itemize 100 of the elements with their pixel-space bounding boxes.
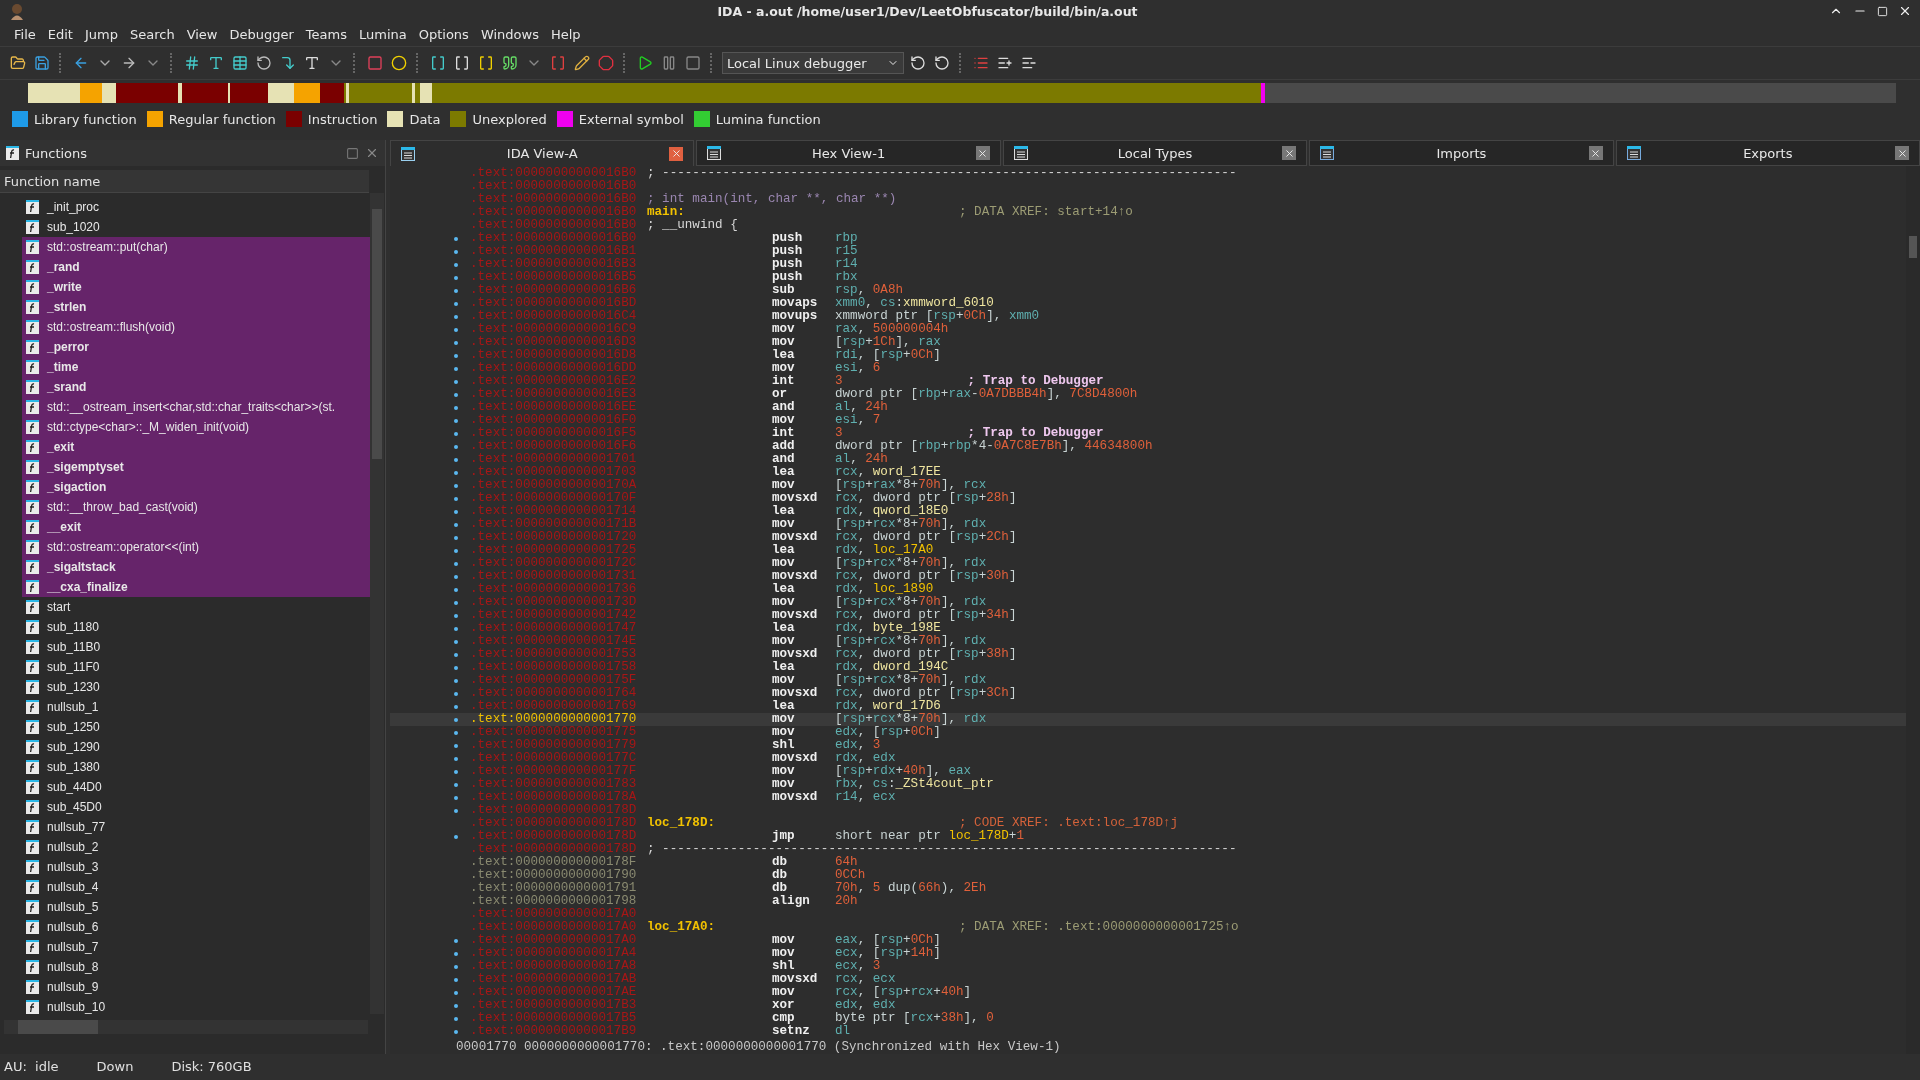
listing-line[interactable]: .text:00000000000016EE and al, 24h	[390, 401, 1906, 414]
listing-line[interactable]: .text:000000000000171B mov [rsp+rcx*8+70h], rdx	[390, 518, 1906, 531]
refresh-icon[interactable]	[254, 53, 274, 73]
listing-line[interactable]: .text:000000000000177C movsxd rdx, edx	[390, 752, 1906, 765]
listing-line[interactable]: .text:000000000000178D loc_178D: ; CODE XREF: .text:loc_178D↑j	[390, 817, 1906, 830]
function-row[interactable]: sub_11B0	[22, 637, 370, 657]
listing-line[interactable]: .text:000000000000177F mov [rsp+rdx+40h], eax	[390, 765, 1906, 778]
listing-line[interactable]: .text:000000000000170F movsxd rcx, dword ptr [rsp+28h]	[390, 492, 1906, 505]
listing-line[interactable]: .text:00000000000017B3 xor edx, edx	[390, 999, 1906, 1012]
listing-line[interactable]: .text:00000000000016B5 push rbx	[390, 271, 1906, 284]
listing-line[interactable]: .text:00000000000016C4 movups xmmword ptr [rsp+0Ch], xmm0	[390, 310, 1906, 323]
listing-line[interactable]: .text:00000000000016F6 add dword ptr [rbp+rbp*4-0A7C8E7Bh], 44634800h	[390, 440, 1906, 453]
function-row[interactable]: std::ctype<char>::_M_widen_init(void)	[22, 417, 370, 437]
function-row[interactable]: nullsub_3	[22, 857, 370, 877]
listing-line[interactable]: .text:0000000000001703 lea rcx, word_17EE	[390, 466, 1906, 479]
listing-line[interactable]: .text:0000000000001790 db 0CCh	[390, 869, 1906, 882]
listing-line[interactable]: .text:00000000000016B0 ; __unwind {	[390, 219, 1906, 232]
debugger-select[interactable]: Local Linux debugger	[722, 52, 904, 74]
tab[interactable]: Imports	[1309, 140, 1614, 166]
listing-line[interactable]: .text:00000000000017A0 loc_17A0: ; DATA XREF: .text:0000000000001725↑o	[390, 921, 1906, 934]
listing-line[interactable]: .text:000000000000178D jmp short near ptr loc_178D+1	[390, 830, 1906, 843]
column-header[interactable]: Function name	[0, 170, 369, 193]
listing-line[interactable]: .text:000000000000178A movsxd r14, ecx	[390, 791, 1906, 804]
listing-line[interactable]: .text:00000000000017B9 setnz dl	[390, 1025, 1906, 1038]
menu-item[interactable]: Jump	[78, 26, 124, 42]
listing-line[interactable]: .text:000000000000174E mov [rsp+rcx*8+70h], rdx	[390, 635, 1906, 648]
function-row[interactable]: nullsub_1	[22, 697, 370, 717]
function-row[interactable]: _time	[22, 357, 370, 377]
listing-line[interactable]: .text:00000000000016C9 mov rax, 500000004h	[390, 323, 1906, 336]
listing-line[interactable]: .text:0000000000001791 db 70h, 5 dup(66h), 2Eh	[390, 882, 1906, 895]
function-row[interactable]: start	[22, 597, 370, 617]
menu-item[interactable]: File	[8, 26, 42, 42]
listing-line[interactable]: .text:0000000000001783 mov rbx, cs:_ZSt4cout_ptr	[390, 778, 1906, 791]
function-row[interactable]: nullsub_10	[22, 997, 370, 1017]
function-row[interactable]: nullsub_4	[22, 877, 370, 897]
function-row[interactable]: _write	[22, 277, 370, 297]
function-row[interactable]: sub_1020	[22, 217, 370, 237]
stop-sign-icon[interactable]	[596, 53, 616, 73]
function-row[interactable]: sub_1230	[22, 677, 370, 697]
function-row[interactable]: _rand	[22, 257, 370, 277]
function-row[interactable]: sub_1380	[22, 757, 370, 777]
listing-line[interactable]: .text:00000000000016BD movaps xmm0, cs:xmmword_6010	[390, 297, 1906, 310]
close-icon[interactable]	[669, 146, 684, 161]
listing-line[interactable]: .text:00000000000016D3 mov [rsp+1Ch], rax	[390, 336, 1906, 349]
save-icon[interactable]	[32, 53, 52, 73]
menu-item[interactable]: Help	[544, 26, 587, 42]
tab[interactable]: IDA View-A	[390, 140, 695, 166]
tab[interactable]: Hex View-1	[696, 140, 1001, 166]
tab[interactable]: Local Types	[1002, 140, 1308, 166]
listing-line[interactable]: .text:0000000000001764 movsxd rcx, dword ptr [rsp+3Ch]	[390, 687, 1906, 700]
close-icon[interactable]	[1898, 4, 1912, 18]
listing-line[interactable]: .text:0000000000001714 lea rdx, qword_18E0	[390, 505, 1906, 518]
refresh-icon[interactable]	[908, 53, 928, 73]
menu-item[interactable]: Lumina	[353, 26, 413, 42]
listing-line[interactable]: .text:00000000000017A4 mov ecx, [rsp+14h]	[390, 947, 1906, 960]
menu-item[interactable]: View	[180, 26, 224, 42]
table-icon[interactable]	[230, 53, 250, 73]
function-row[interactable]: nullsub_5	[22, 897, 370, 917]
function-row[interactable]: nullsub_77	[22, 817, 370, 837]
function-row[interactable]: nullsub_2	[22, 837, 370, 857]
listing-line[interactable]: .text:00000000000016B0 main: ; DATA XREF: start+14↑o	[390, 206, 1906, 219]
function-row[interactable]: __cxa_finalize	[22, 577, 370, 597]
function-row[interactable]: _perror	[22, 337, 370, 357]
function-row[interactable]: nullsub_7	[22, 937, 370, 957]
menu-item[interactable]: Edit	[41, 26, 79, 42]
function-row[interactable]: sub_44D0	[22, 777, 370, 797]
listing-line[interactable]: .text:000000000000175F mov [rsp+rcx*8+70h], rdx	[390, 674, 1906, 687]
listing-line[interactable]: .text:0000000000001798 align 20h	[390, 895, 1906, 908]
close-icon[interactable]	[1895, 146, 1910, 160]
function-row[interactable]: nullsub_6	[22, 917, 370, 937]
function-row[interactable]: sub_1250	[22, 717, 370, 737]
quote-icon[interactable]	[500, 53, 520, 73]
menu-item[interactable]: Teams	[299, 26, 353, 42]
menu-item[interactable]: Options	[412, 26, 475, 42]
listing-line[interactable]: .text:000000000000178D ; ----------------------------------------------------------------------------	[390, 843, 1906, 856]
listing-line[interactable]: .text:00000000000017AB movsxd rcx, ecx	[390, 973, 1906, 986]
listing-line[interactable]: .text:00000000000016B0 push rbp	[390, 232, 1906, 245]
function-row[interactable]: _sigaction	[22, 477, 370, 497]
listing-line[interactable]: .text:00000000000016B0 ; int main(int, char **, char **)	[390, 193, 1906, 206]
listing-line[interactable]: .text:00000000000016E2 int 3 ; Trap to Debugger	[390, 375, 1906, 388]
close-icon[interactable]	[1588, 146, 1603, 160]
listing-line[interactable]: .text:0000000000001769 lea rdx, word_17D6	[390, 700, 1906, 713]
function-row[interactable]: std::__ostream_insert<char,std::char_traits<char>>(st.	[22, 397, 370, 417]
close-icon[interactable]	[1282, 146, 1297, 160]
listing-line[interactable]: .text:000000000000178F db 64h	[390, 856, 1906, 869]
listing-line[interactable]: .text:00000000000016F5 int 3 ; Trap to Debugger	[390, 427, 1906, 440]
scrollbar[interactable]	[4, 1020, 368, 1034]
listing-line[interactable]: .text:0000000000001758 lea rdx, dword_194C	[390, 661, 1906, 674]
listing-line[interactable]: .text:00000000000016E3 or dword ptr [rbp+rax-0A7DBBB4h], 7C8D4800h	[390, 388, 1906, 401]
listing-line[interactable]: .text:000000000000172C mov [rsp+rcx*8+70h], rdx	[390, 557, 1906, 570]
function-row[interactable]: sub_11F0	[22, 657, 370, 677]
listing-line[interactable]: .text:00000000000016B3 push r14	[390, 258, 1906, 271]
function-row[interactable]: nullsub_9	[22, 977, 370, 997]
function-row[interactable]: _sigemptyset	[22, 457, 370, 477]
scrollbar[interactable]	[370, 193, 384, 1014]
function-row[interactable]: _strlen	[22, 297, 370, 317]
function-row[interactable]: __exit	[22, 517, 370, 537]
pencil-icon[interactable]	[572, 53, 592, 73]
listing-line[interactable]: .text:00000000000016F0 mov esi, 7	[390, 414, 1906, 427]
listing-line[interactable]: .text:00000000000017B5 cmp byte ptr [rcx+38h], 0	[390, 1012, 1906, 1025]
